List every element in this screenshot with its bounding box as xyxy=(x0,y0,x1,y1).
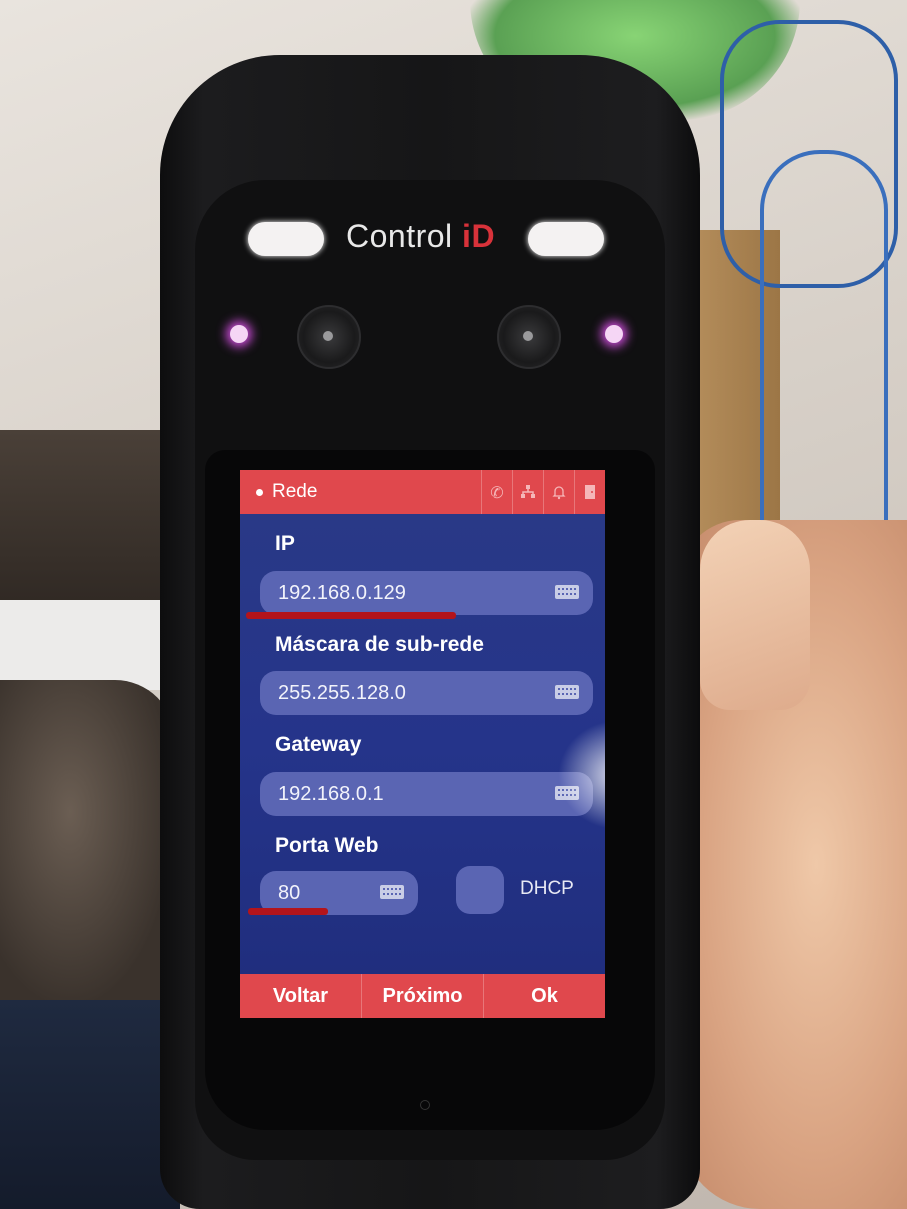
keyboard-icon[interactable] xyxy=(555,585,579,599)
keyboard-icon[interactable] xyxy=(555,685,579,699)
background-shoe xyxy=(0,680,175,1010)
header-bullet-icon xyxy=(256,488,263,496)
left-camera xyxy=(297,305,361,369)
background-pants xyxy=(0,1000,180,1209)
device-screen: Rede ✆ IP 192.168.0.129 Máscara de sub-r… xyxy=(240,470,605,1018)
dhcp-checkbox[interactable] xyxy=(456,866,504,914)
right-camera xyxy=(497,305,561,369)
ip-underline-annotation xyxy=(246,612,456,619)
netmask-field[interactable]: 255.255.128.0 xyxy=(260,671,593,715)
gateway-label: Gateway xyxy=(275,733,362,756)
phone-icon[interactable]: ✆ xyxy=(481,470,512,514)
right-indicator-led xyxy=(605,325,623,343)
keyboard-icon[interactable] xyxy=(380,885,404,899)
web-port-value: 80 xyxy=(278,881,301,904)
left-light-bar xyxy=(248,222,324,256)
port-underline-annotation xyxy=(248,908,328,915)
gateway-value: 192.168.0.1 xyxy=(278,782,384,805)
next-button[interactable]: Próximo xyxy=(361,974,483,1018)
dhcp-label: DHCP xyxy=(520,878,574,899)
left-indicator-led xyxy=(230,325,248,343)
netmask-label: Máscara de sub-rede xyxy=(275,633,484,656)
netmask-value: 255.255.128.0 xyxy=(278,681,406,704)
holding-thumb xyxy=(700,520,810,710)
door-icon[interactable] xyxy=(574,470,605,514)
ip-label: IP xyxy=(275,532,295,555)
device-brand-logo: Control iD xyxy=(346,218,496,254)
screen-title: Rede xyxy=(272,481,318,502)
ip-field[interactable]: 192.168.0.129 xyxy=(260,571,593,615)
right-light-bar xyxy=(528,222,604,256)
gateway-field[interactable]: 192.168.0.1 xyxy=(260,772,593,816)
screen-footer: Voltar Próximo Ok xyxy=(240,974,605,1018)
screen-glare xyxy=(558,720,605,830)
web-port-label: Porta Web xyxy=(275,834,379,857)
header-icons: ✆ xyxy=(481,470,605,514)
background-white-surface xyxy=(0,600,170,690)
ip-value: 192.168.0.129 xyxy=(278,581,406,604)
ok-button[interactable]: Ok xyxy=(483,974,605,1018)
device-sensor xyxy=(420,1100,430,1110)
network-icon[interactable] xyxy=(512,470,543,514)
screen-header: Rede ✆ xyxy=(240,470,605,514)
back-button[interactable]: Voltar xyxy=(240,974,361,1018)
bell-icon[interactable] xyxy=(543,470,574,514)
